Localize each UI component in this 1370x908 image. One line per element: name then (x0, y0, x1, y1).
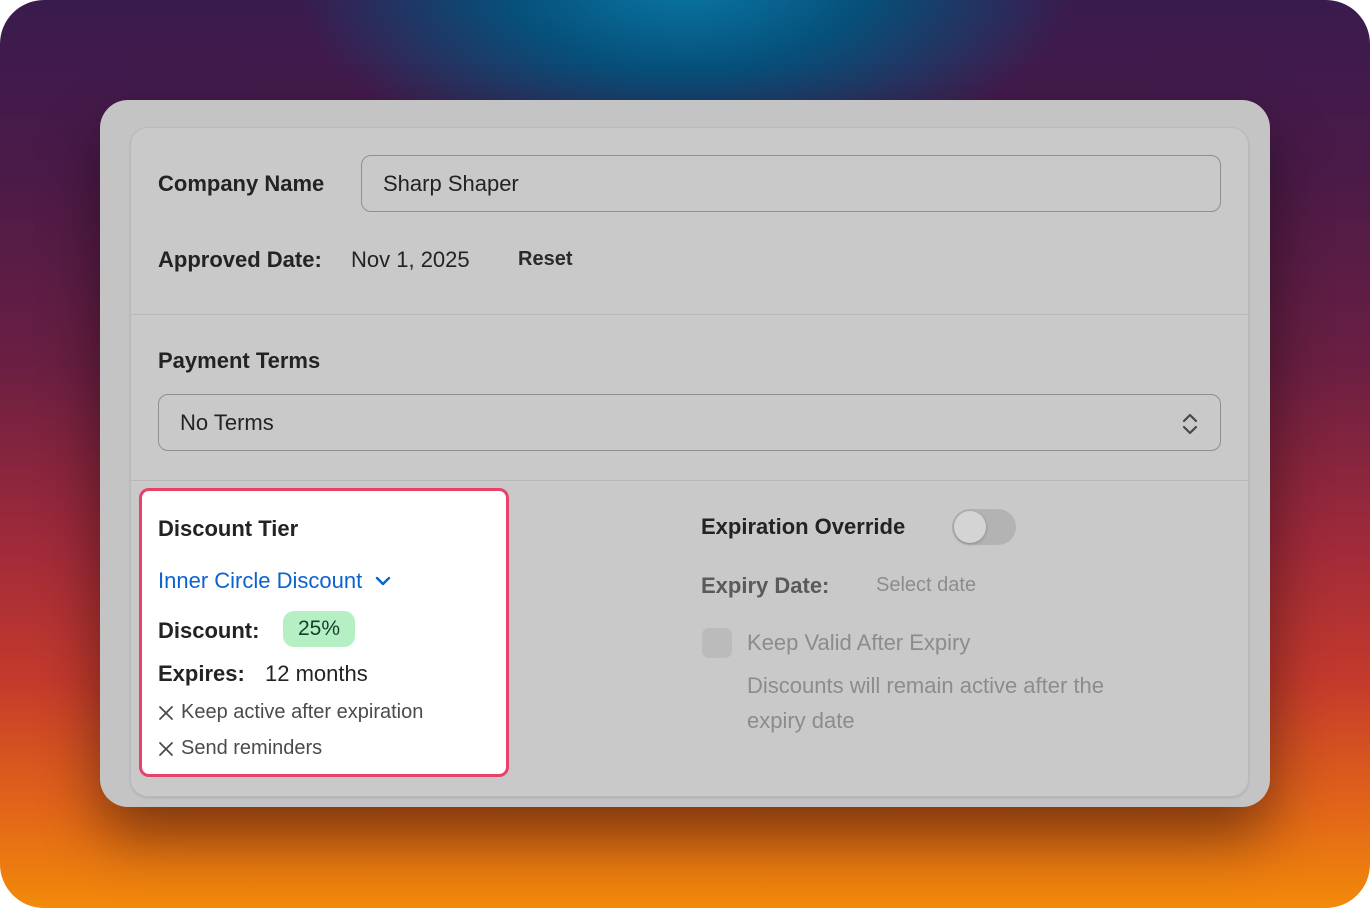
discount-tier-selected: Inner Circle Discount (158, 568, 363, 593)
keep-active-text: Keep active after expiration (181, 701, 424, 723)
expires-label: Expires: (158, 661, 245, 686)
company-name-value: Sharp Shaper (383, 170, 519, 196)
expiry-date-picker[interactable]: Select date (876, 574, 976, 597)
payment-terms-select[interactable]: No Terms (158, 394, 1221, 451)
section-divider (131, 480, 1248, 481)
payment-terms-value: No Terms (180, 409, 274, 435)
x-icon (159, 741, 173, 756)
keep-valid-label: Keep Valid After Expiry (747, 630, 971, 655)
discount-tier-dropdown[interactable]: Inner Circle Discount (158, 568, 392, 594)
discount-tier-title: Discount Tier (158, 516, 299, 541)
payment-terms-label: Payment Terms (158, 348, 321, 373)
send-reminders-row: Send reminders (158, 737, 322, 760)
discount-percent-badge: 25% (283, 611, 356, 647)
discount-label: Discount: (158, 618, 260, 643)
x-icon (159, 705, 173, 720)
expiration-override-toggle[interactable] (952, 509, 1016, 545)
toggle-knob (954, 511, 986, 543)
keep-valid-description-line1: Discounts will remain active after the (747, 673, 1105, 698)
chevron-down-icon (375, 576, 391, 586)
keep-valid-checkbox[interactable] (702, 628, 732, 658)
company-name-input[interactable]: Sharp Shaper (361, 155, 1221, 212)
company-name-label: Company Name (158, 171, 325, 196)
keep-valid-description-line2: expiry date (747, 708, 855, 733)
discount-tier-card: Discount Tier Inner Circle Discount Disc… (139, 488, 509, 777)
approved-date-value: Nov 1, 2025 (351, 247, 470, 272)
section-divider (131, 314, 1248, 315)
expires-value: 12 months (265, 661, 368, 686)
send-reminders-text: Send reminders (181, 737, 323, 759)
keep-active-row: Keep active after expiration (158, 701, 423, 724)
expiry-date-label: Expiry Date: (701, 573, 830, 598)
expiration-override-label: Expiration Override (701, 514, 906, 539)
approved-date-label: Approved Date: (158, 247, 322, 272)
up-down-chevron-icon (1182, 413, 1198, 435)
reset-button[interactable]: Reset (518, 248, 572, 271)
